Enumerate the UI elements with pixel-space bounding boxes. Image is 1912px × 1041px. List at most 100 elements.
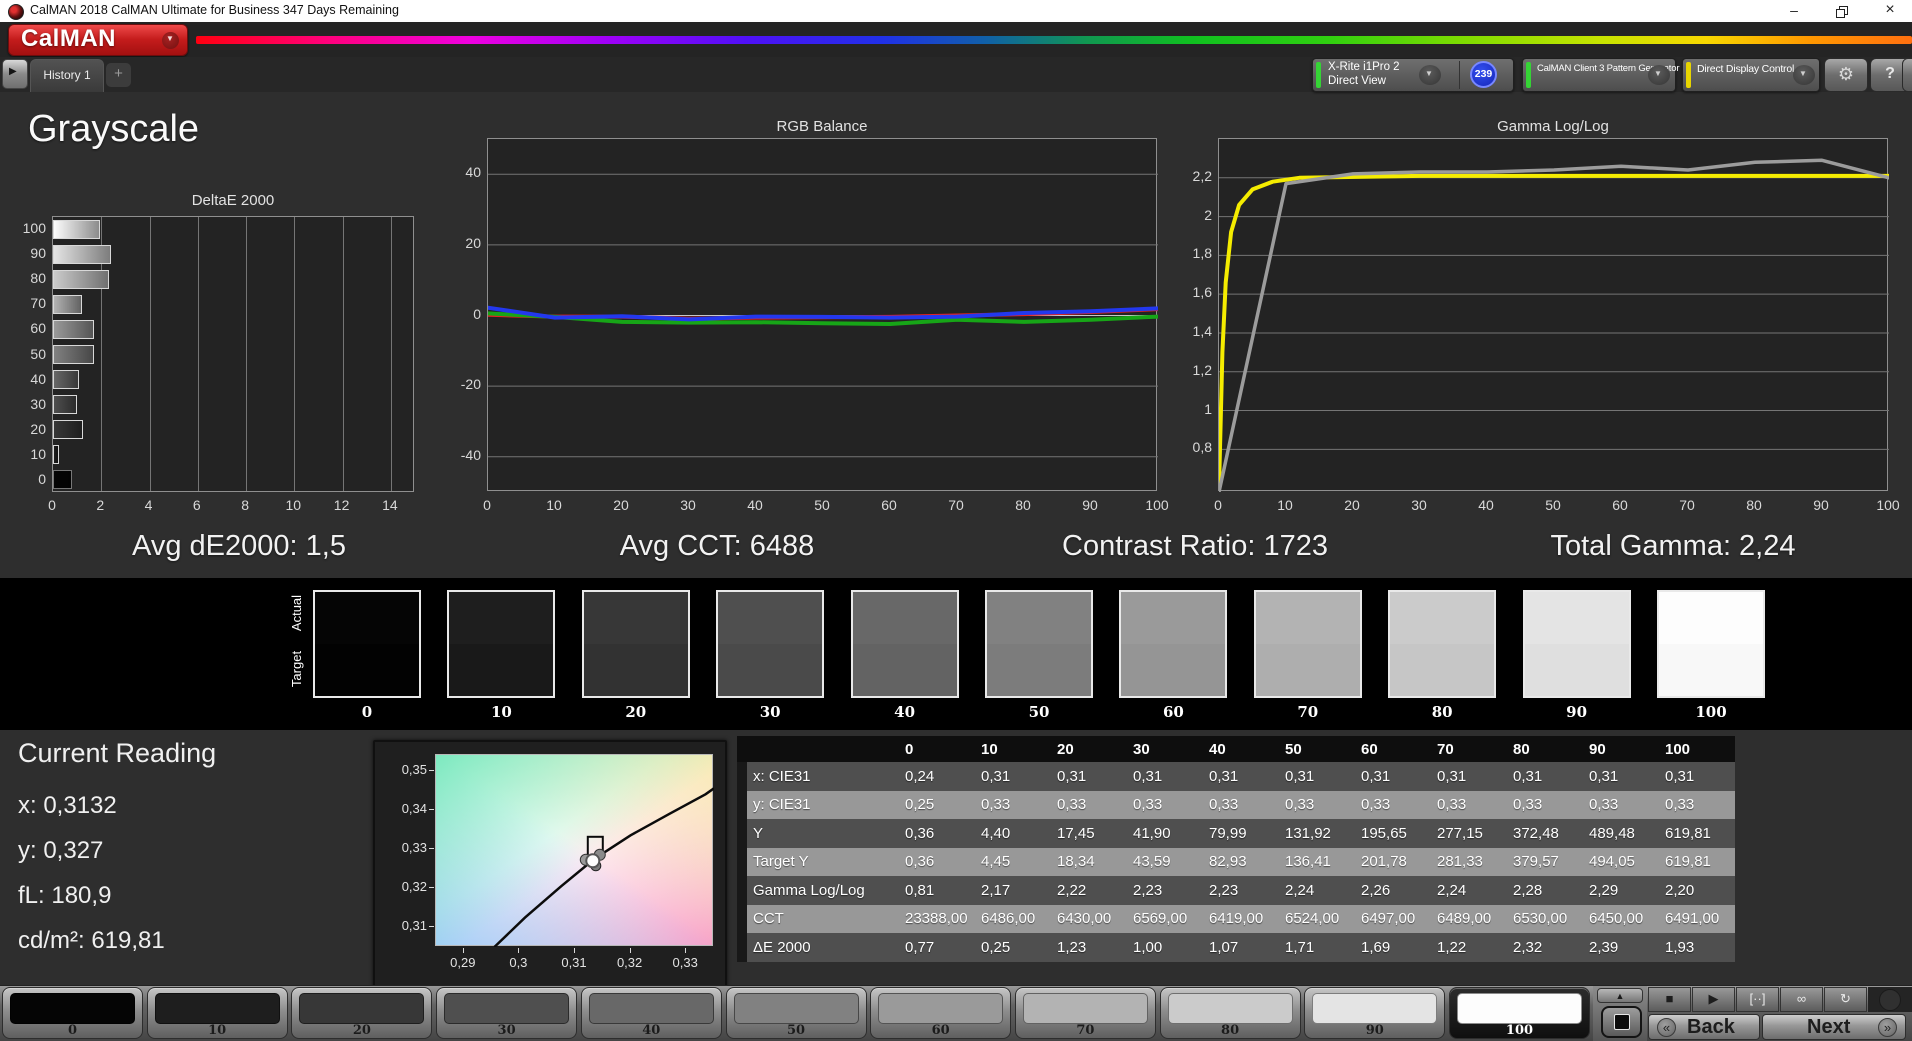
cie-x-tick-label: 0,3 bbox=[509, 955, 528, 970]
table-cell: 0,31 bbox=[1589, 767, 1619, 785]
pattern-level-button-20[interactable]: 20 bbox=[291, 987, 433, 1039]
pattern-level-button-90[interactable]: 90 bbox=[1304, 987, 1446, 1039]
swatch-level-label: 50 bbox=[1028, 703, 1050, 721]
cie-y-tick bbox=[429, 926, 434, 927]
table-row-label: x: CIE31 bbox=[753, 767, 811, 785]
table-cell: 17,45 bbox=[1057, 824, 1095, 842]
swatch-target-half bbox=[583, 644, 688, 696]
cie-y-tick-label: 0,31 bbox=[401, 918, 427, 933]
minimize-button[interactable]: – bbox=[1772, 0, 1816, 22]
axis-tick-label: 0 bbox=[38, 470, 46, 487]
add-tab-button[interactable]: + bbox=[106, 63, 131, 87]
axis-tick-label: 40 bbox=[747, 497, 763, 513]
gridline bbox=[149, 217, 151, 491]
chevron-down-icon[interactable] bbox=[1419, 65, 1441, 85]
loop-infinite-button[interactable]: ∞ bbox=[1780, 987, 1823, 1012]
table-cell: 0,31 bbox=[1057, 767, 1087, 785]
pattern-level-button-80[interactable]: 80 bbox=[1159, 987, 1301, 1039]
page-title: Grayscale bbox=[28, 108, 200, 150]
table-cell: 0,33 bbox=[981, 796, 1011, 814]
rgb-series-blue bbox=[486, 305, 1160, 322]
pattern-swatch bbox=[588, 993, 714, 1024]
table-cell: 6524,00 bbox=[1285, 910, 1340, 928]
swatch-actual-half bbox=[1121, 592, 1226, 644]
chevron-down-icon[interactable] bbox=[1648, 65, 1670, 85]
tab-history-1[interactable]: History 1 bbox=[30, 59, 104, 92]
table-row: CCT 23388,00 6486,00 6430,00 6569,00 6419,00 6… bbox=[737, 904, 1735, 933]
pattern-level-button-100[interactable]: 100 bbox=[1449, 987, 1590, 1039]
pattern-level-button-50[interactable]: 50 bbox=[725, 987, 867, 1039]
pattern-swatch bbox=[299, 993, 425, 1024]
axis-tick-label: 10 bbox=[546, 497, 562, 513]
table-row-label: CCT bbox=[753, 910, 784, 928]
table-cell: 1,93 bbox=[1665, 938, 1695, 956]
swatch-target-half bbox=[1255, 644, 1360, 696]
next-button[interactable]: Next » bbox=[1762, 1014, 1906, 1040]
pattern-swatch bbox=[1312, 993, 1438, 1024]
table-cell: 1,71 bbox=[1285, 938, 1315, 956]
table-cell: 6486,00 bbox=[981, 910, 1036, 928]
swatch-target-half bbox=[315, 644, 419, 696]
table-row: ΔE 2000 0,77 0,25 1,23 1,00 1,07 1,71 1,69 1,22 2… bbox=[737, 933, 1735, 962]
collapse-bar-button[interactable]: ▲ bbox=[1597, 988, 1643, 1003]
axis-tick-label: 0 bbox=[483, 497, 491, 513]
table-column-header: 80 bbox=[1513, 740, 1530, 758]
table-cell: 6569,00 bbox=[1133, 910, 1188, 928]
deltae-bar-60 bbox=[53, 319, 94, 339]
calman-logo-menu[interactable]: CalMAN bbox=[8, 24, 188, 56]
swatch-actual-half bbox=[718, 592, 823, 644]
repeat-button[interactable]: ↻ bbox=[1824, 987, 1867, 1012]
next-label: Next bbox=[1807, 1016, 1851, 1038]
swatch-target-half bbox=[718, 644, 823, 696]
rgb-chart-title: RGB Balance bbox=[776, 118, 868, 135]
axis-tick-label: 100 bbox=[1876, 497, 1900, 513]
pattern-level-button-0[interactable]: 0 bbox=[2, 987, 143, 1039]
axis-tick-label: 80 bbox=[1746, 497, 1762, 513]
step-range-button[interactable]: [··] bbox=[1736, 987, 1779, 1012]
meter-status-bar bbox=[1316, 62, 1321, 88]
table-column-header: 40 bbox=[1209, 740, 1226, 758]
pattern-level-button-30[interactable]: 30 bbox=[436, 987, 578, 1039]
table-row-label: Gamma Log/Log bbox=[753, 881, 865, 899]
calman-app-icon bbox=[8, 4, 24, 20]
axis-tick-label: 90 bbox=[1082, 497, 1098, 513]
meter-count-badge[interactable]: 239 bbox=[1470, 61, 1497, 88]
grayscale-swatch-40 bbox=[850, 590, 959, 698]
pattern-window-button[interactable] bbox=[1601, 1006, 1642, 1038]
table-cell: 0,25 bbox=[981, 938, 1011, 956]
axis-tick-label: 40 bbox=[465, 164, 481, 181]
display-control-dropdown[interactable]: Direct Display Control bbox=[1682, 58, 1820, 92]
gear-icon[interactable]: ⚙ bbox=[1824, 58, 1868, 92]
gamma-series-measured bbox=[1217, 158, 1891, 494]
total-gamma-stat: Total Gamma: 2,24 bbox=[1550, 530, 1796, 562]
control-status-bar bbox=[1686, 62, 1691, 88]
gamma-series-target bbox=[1217, 173, 1891, 491]
meter-device-dropdown[interactable]: X-Rite i1Pro 2 Direct View 239 bbox=[1312, 58, 1514, 92]
table-cell: 619,81 bbox=[1665, 824, 1711, 842]
collapse-panel-button[interactable]: ◀ bbox=[1902, 58, 1912, 92]
pattern-level-button-60[interactable]: 60 bbox=[870, 987, 1012, 1039]
axis-tick-label: 6 bbox=[192, 497, 201, 513]
swatch-level-label: 90 bbox=[1566, 703, 1588, 721]
swatch-level-label: 20 bbox=[625, 703, 647, 721]
table-cell: 0,77 bbox=[905, 938, 935, 956]
play-button[interactable]: ▶ bbox=[1692, 987, 1735, 1012]
chevron-down-icon[interactable] bbox=[1793, 65, 1815, 85]
pattern-swatch bbox=[154, 993, 280, 1024]
table-row-label: ΔE 2000 bbox=[753, 938, 811, 956]
table-cell: 6489,00 bbox=[1437, 910, 1492, 928]
close-button[interactable]: × bbox=[1868, 0, 1912, 22]
stop-button[interactable]: ■ bbox=[1648, 987, 1691, 1012]
restore-button[interactable] bbox=[1820, 0, 1864, 22]
daylight-locus-curve bbox=[493, 787, 715, 948]
swatch-actual-half bbox=[852, 592, 957, 644]
pattern-source-dropdown[interactable]: CalMAN Client 3 Pattern Generator bbox=[1522, 58, 1679, 92]
pattern-level-button-70[interactable]: 70 bbox=[1014, 987, 1156, 1039]
back-button[interactable]: « Back bbox=[1648, 1014, 1760, 1040]
pattern-swatch bbox=[10, 993, 135, 1024]
pattern-level-button-10[interactable]: 10 bbox=[146, 987, 288, 1039]
reading-cdm2: cd/m²: 619,81 bbox=[18, 927, 165, 954]
layout-nav-arrow-button[interactable] bbox=[2, 59, 28, 89]
table-cell: 195,65 bbox=[1361, 824, 1407, 842]
pattern-level-button-40[interactable]: 40 bbox=[580, 987, 722, 1039]
